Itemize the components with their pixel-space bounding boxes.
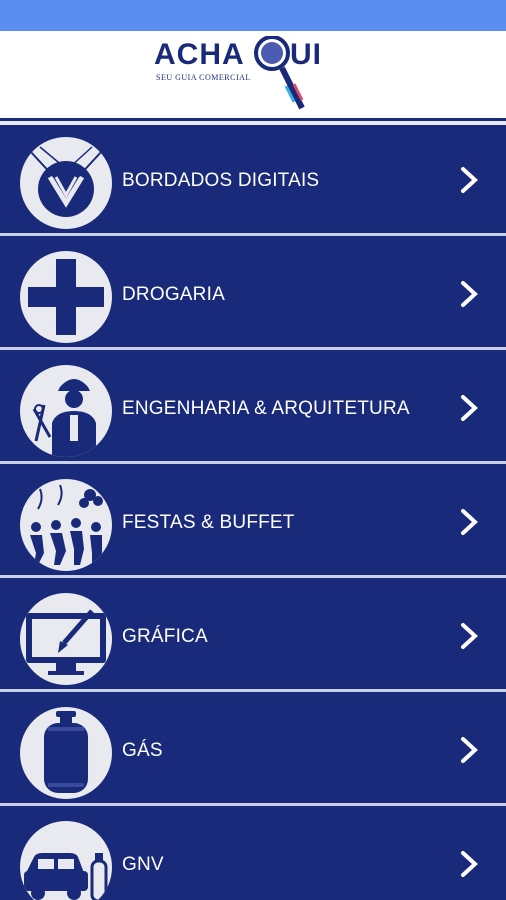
category-item-festas-buffet[interactable]: FESTAS & BUFFET — [0, 467, 506, 578]
chevron-right-icon — [461, 509, 478, 535]
pharmacy-cross-icon — [20, 251, 112, 343]
category-label: DROGARIA — [122, 284, 225, 305]
category-item-drogaria[interactable]: DROGARIA — [0, 239, 506, 350]
category-label: GRÁFICA — [122, 626, 208, 647]
category-label: GNV — [122, 854, 164, 875]
gas-cylinder-icon — [20, 707, 112, 799]
category-item-gas[interactable]: GÁS — [0, 695, 506, 806]
category-label: GÁS — [122, 740, 163, 761]
graphic-design-icon — [20, 593, 112, 685]
chevron-right-icon — [461, 623, 478, 649]
party-icon — [20, 479, 112, 571]
chevron-right-icon — [461, 167, 478, 193]
chevron-right-icon — [461, 851, 478, 877]
svg-text:ACHA: ACHA — [154, 38, 245, 71]
category-list: BORDADOS DIGITAIS DROGARIA ENGENHARIA & — [0, 121, 506, 900]
status-bar — [0, 0, 506, 31]
app-header: ACHA UI SEU GUIA COMERCIAL — [0, 31, 506, 118]
car-gnv-icon — [20, 821, 112, 900]
chevron-right-icon — [461, 395, 478, 421]
chevron-right-icon — [461, 281, 478, 307]
category-label: FESTAS & BUFFET — [122, 512, 295, 533]
svg-text:SEU GUIA COMERCIAL: SEU GUIA COMERCIAL — [156, 73, 251, 82]
category-item-engenharia-arquitetura[interactable]: ENGENHARIA & ARQUITETURA — [0, 353, 506, 464]
category-label: ENGENHARIA & ARQUITETURA — [122, 398, 410, 419]
achaqui-logo: ACHA UI SEU GUIA COMERCIAL — [154, 36, 322, 110]
category-item-grafica[interactable]: GRÁFICA — [0, 581, 506, 692]
category-item-gnv[interactable]: GNV — [0, 809, 506, 900]
svg-text:UI: UI — [290, 38, 322, 71]
chevron-right-icon — [461, 737, 478, 763]
embroidery-icon — [20, 137, 112, 229]
category-item-bordados-digitais[interactable]: BORDADOS DIGITAIS — [0, 125, 506, 236]
category-label: BORDADOS DIGITAIS — [122, 170, 320, 191]
engineer-icon — [20, 365, 112, 457]
